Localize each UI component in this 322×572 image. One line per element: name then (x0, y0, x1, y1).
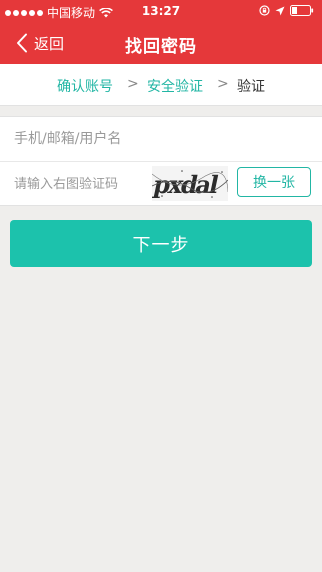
page-title: 找回密码 (125, 37, 197, 57)
account-input[interactable] (14, 125, 310, 153)
captcha-noise (152, 170, 228, 198)
recovery-form: pxdal 换一张 (0, 116, 322, 206)
step-security-verification: 安全验证 (147, 79, 203, 95)
captcha-image[interactable]: pxdal (152, 166, 228, 201)
step-confirm-account: 确认账号 (57, 79, 113, 95)
status-right (259, 5, 314, 16)
navigation-bar: 返回 找回密码 (0, 22, 322, 64)
step-separator: > (127, 76, 139, 92)
step-separator: > (217, 76, 229, 92)
location-arrow-icon (275, 6, 285, 15)
step-indicator: 确认账号 > 安全验证 > 验证 (0, 64, 322, 106)
battery-icon (290, 5, 314, 16)
header-bar: 中国移动 13:27 返回 找回密码 (0, 0, 322, 64)
refresh-captcha-button[interactable]: 换一张 (237, 167, 311, 197)
status-bar: 中国移动 13:27 (0, 0, 322, 22)
account-row (0, 117, 322, 162)
rotation-lock-icon (259, 5, 270, 16)
captcha-row: pxdal 换一张 (0, 162, 322, 206)
next-step-button[interactable]: 下一步 (10, 220, 312, 267)
step-verification: 验证 (237, 79, 265, 95)
captcha-input[interactable] (14, 170, 146, 198)
